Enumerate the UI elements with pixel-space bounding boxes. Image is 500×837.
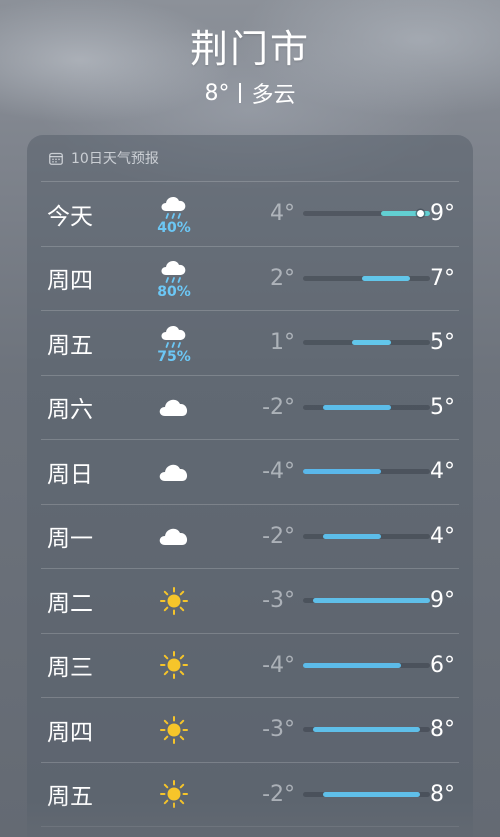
forecast-day-label: 周日 — [47, 461, 93, 488]
forecast-condition — [151, 779, 197, 809]
forecast-day-label: 周四 — [47, 719, 93, 746]
current-temperature: 8° — [204, 80, 230, 106]
forecast-condition — [151, 715, 197, 745]
forecast-day-label: 今天 — [47, 203, 93, 230]
cloud-icon — [157, 460, 191, 484]
rain-cloud-icon — [157, 321, 191, 351]
forecast-row[interactable]: 周四 80% 2° 7° — [41, 247, 459, 311]
cloud-icon — [157, 524, 191, 548]
forecast-day-label: 周五 — [47, 332, 93, 359]
forecast-condition — [151, 460, 197, 484]
forecast-row[interactable]: 周六 -2° 5° — [41, 376, 459, 440]
sun-icon — [159, 586, 189, 616]
temperature-range-fill — [303, 469, 382, 475]
high-temperature: 7° — [430, 265, 455, 291]
high-temperature: 8° — [430, 781, 455, 807]
precipitation-probability: 75% — [157, 348, 191, 365]
forecast-condition: 40% — [151, 192, 197, 236]
sun-icon — [159, 650, 189, 680]
city-name: 荆门市 — [189, 27, 310, 71]
high-temperature: 5° — [430, 394, 455, 420]
forecast-condition: 80% — [151, 256, 197, 300]
forecast-condition — [151, 650, 197, 680]
low-temperature: -2° — [262, 523, 295, 549]
sun-icon — [159, 715, 189, 745]
low-temperature: -3° — [262, 717, 295, 743]
precipitation-probability: 80% — [157, 284, 191, 301]
forecast-condition — [151, 586, 197, 616]
forecast-row[interactable]: 周一 -2° 4° — [41, 505, 459, 569]
low-temperature: -2° — [262, 394, 295, 420]
forecast-row[interactable]: 周五 75% 1° 5° — [41, 311, 459, 376]
rain-cloud-icon — [157, 192, 191, 222]
forecast-day-label: 周一 — [47, 526, 93, 553]
low-temperature: -4° — [262, 459, 295, 485]
current-condition: 多云 — [251, 83, 296, 108]
temperature-range-fill — [351, 340, 391, 346]
forecast-day-label: 周二 — [47, 590, 93, 617]
temperature-range-fill — [322, 404, 391, 410]
high-temperature: 5° — [430, 330, 455, 356]
low-temperature: -2° — [262, 781, 295, 807]
low-temperature: 4° — [270, 201, 295, 227]
high-temperature: 9° — [430, 588, 455, 614]
rain-cloud-icon — [157, 256, 191, 286]
temperature-range-fill — [303, 662, 401, 668]
low-temperature: -4° — [262, 652, 295, 678]
forecast-day-label: 周六 — [47, 397, 93, 424]
high-temperature: 9° — [430, 201, 455, 227]
forecast-row[interactable]: 周日 -4° 4° — [41, 440, 459, 505]
forecast-condition — [151, 524, 197, 548]
high-temperature: 6° — [430, 652, 455, 678]
cloud-icon — [157, 395, 191, 419]
temperature-range-fill — [322, 791, 421, 797]
forecast-list: 今天 40% 4° 9° 周四 80% 2° 7° 周五 75% 1° 5° 周六 -2° 5° 周日 -4° 4… — [41, 181, 459, 827]
location-header: 荆门市 8° 多云 — [0, 0, 500, 109]
calendar-icon — [49, 152, 63, 165]
forecast-row[interactable]: 周五 -2° 8° — [41, 763, 459, 827]
low-temperature: -3° — [262, 588, 295, 614]
forecast-day-label: 周五 — [47, 784, 93, 811]
forecast-card-title: 10日天气预报 — [71, 151, 159, 167]
forecast-row[interactable]: 今天 40% 4° 9° — [41, 182, 459, 247]
forecast-condition: 75% — [151, 321, 197, 365]
forecast-day-label: 周四 — [47, 268, 93, 295]
forecast-row[interactable]: 周四 -3° 8° — [41, 698, 459, 763]
forecast-day-label: 周三 — [47, 655, 93, 682]
forecast-card-header: 10日天气预报 — [27, 135, 473, 181]
summary-divider — [239, 83, 242, 103]
high-temperature: 4° — [430, 523, 455, 549]
ten-day-forecast-card[interactable]: 10日天气预报 今天 40% 4° 9° 周四 80% 2° 7° 周五 75% 1° 5° 周六 -2°… — [27, 135, 473, 837]
precipitation-probability: 40% — [157, 219, 191, 236]
temperature-range-fill — [361, 275, 411, 281]
forecast-row[interactable]: 周二 -3° 9° — [41, 569, 459, 634]
current-summary: 8° 多云 — [0, 77, 500, 109]
high-temperature: 4° — [430, 459, 455, 485]
low-temperature: 1° — [270, 330, 295, 356]
high-temperature: 8° — [430, 717, 455, 743]
sun-icon — [159, 779, 189, 809]
low-temperature: 2° — [270, 265, 295, 291]
temperature-range-fill — [322, 533, 382, 539]
forecast-condition — [151, 395, 197, 419]
temperature-range-fill — [312, 727, 421, 733]
forecast-row[interactable]: 周三 -4° 6° — [41, 634, 459, 698]
